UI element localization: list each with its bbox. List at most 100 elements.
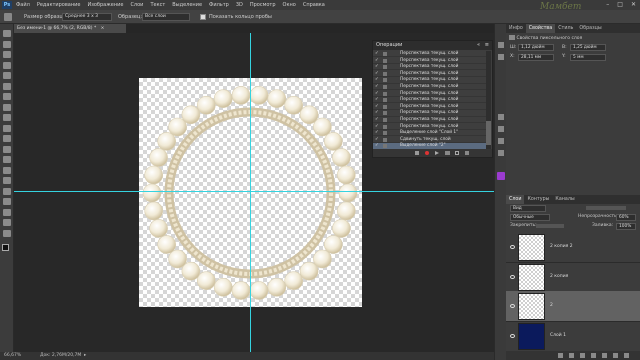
dialog-toggle-icon[interactable]: [383, 118, 387, 122]
dialog-toggle-icon[interactable]: [383, 78, 387, 83]
gradient-tool-icon[interactable]: [3, 145, 11, 153]
panel-menu-button[interactable]: ≡: [485, 41, 489, 50]
collapse-panel-button[interactable]: «: [477, 41, 480, 50]
blur-tool-icon[interactable]: [3, 156, 11, 163]
character-icon[interactable]: [498, 138, 504, 144]
eyedropper-tool-icon[interactable]: [3, 82, 11, 90]
brush-icon[interactable]: [498, 126, 504, 132]
panel-tab[interactable]: Инфо: [506, 24, 526, 33]
action-checkmark[interactable]: ✓: [375, 71, 380, 77]
dialog-toggle-icon[interactable]: [383, 85, 387, 89]
menu-item[interactable]: Окно: [283, 0, 296, 10]
status-menu-arrow[interactable]: ▸: [84, 352, 86, 360]
action-checkmark[interactable]: ✓: [375, 77, 380, 83]
action-row[interactable]: ✓ Перспектива текущ. слой: [373, 97, 486, 104]
menu-item[interactable]: Редактирование: [37, 0, 81, 10]
zoom-tool-icon[interactable]: [3, 229, 11, 237]
action-checkmark[interactable]: ✓: [375, 137, 380, 143]
layer-name[interactable]: Слой 1: [550, 333, 566, 338]
folder-icon[interactable]: [445, 151, 450, 155]
hand-tool-icon[interactable]: [3, 219, 11, 226]
actions-icon[interactable]: [498, 54, 504, 60]
document-tab-close[interactable]: ×: [101, 26, 105, 31]
healing-tool-icon[interactable]: [3, 93, 11, 100]
path-select-tool-icon[interactable]: [3, 198, 11, 205]
dialog-toggle-icon[interactable]: [383, 137, 387, 142]
layers-tab[interactable]: Слои: [506, 195, 525, 204]
panel-tab[interactable]: Образцы: [576, 24, 604, 33]
action-row[interactable]: ✓ Перспектива текущ. слой: [373, 64, 486, 71]
filter-icons[interactable]: [586, 206, 626, 210]
sample-size-select[interactable]: Среднее 3 x 3: [62, 13, 112, 21]
dialog-toggle-icon[interactable]: [383, 104, 387, 109]
menu-item[interactable]: Слои: [130, 0, 143, 10]
mask-icon[interactable]: [580, 353, 585, 358]
action-checkmark[interactable]: ✓: [375, 117, 380, 123]
type-tool-icon[interactable]: [3, 187, 11, 195]
menu-item[interactable]: Текст: [150, 0, 165, 10]
maximize-button[interactable]: □: [617, 0, 623, 10]
action-checkmark[interactable]: ✓: [375, 84, 380, 90]
action-row[interactable]: ✓ Перспектива текущ. слой: [373, 58, 486, 64]
history-brush-icon[interactable]: [3, 124, 11, 132]
action-checkmark[interactable]: ✓: [375, 104, 380, 110]
fill-field[interactable]: 100%: [616, 223, 636, 230]
blend-mode-select[interactable]: Обычные: [510, 214, 550, 221]
folder-icon[interactable]: [602, 353, 607, 358]
layer-name[interactable]: 2 копия 2: [550, 244, 573, 249]
menu-item[interactable]: Фильтр: [209, 0, 229, 10]
width-field[interactable]: 1,12 дюйм: [518, 44, 554, 51]
show-ring-checkbox[interactable]: [200, 14, 206, 20]
dialog-toggle-icon[interactable]: [383, 98, 387, 103]
eraser-tool-icon[interactable]: [3, 135, 11, 142]
dialog-toggle-icon[interactable]: [383, 144, 387, 149]
adjustment-icon[interactable]: [591, 353, 596, 358]
history-icon[interactable]: [498, 42, 504, 48]
menu-item[interactable]: 3D: [236, 0, 243, 10]
dialog-toggle-icon[interactable]: [383, 111, 387, 116]
play-icon[interactable]: [435, 151, 439, 155]
new-layer-icon[interactable]: [613, 353, 618, 358]
dialog-toggle-icon[interactable]: [383, 91, 387, 96]
quick-select-tool-icon[interactable]: [3, 61, 11, 69]
trash-icon[interactable]: [465, 151, 469, 155]
dialog-toggle-icon[interactable]: [383, 58, 387, 63]
layers-tab[interactable]: Каналы: [552, 195, 577, 204]
dialog-toggle-icon[interactable]: [383, 71, 387, 76]
lock-icons[interactable]: [536, 224, 564, 228]
zoom-level[interactable]: 66,67%: [4, 352, 21, 360]
record-icon[interactable]: [425, 151, 429, 155]
layer-row[interactable]: 2 копия: [506, 262, 640, 293]
foreground-color-swatch[interactable]: [2, 244, 9, 251]
layer-filter-select[interactable]: Вид: [510, 205, 546, 212]
layer-row[interactable]: 2: [506, 291, 640, 322]
document-tab[interactable]: Без имени-1 @ 66,7% (2, RGB/8) * ×: [14, 24, 126, 33]
brush-tool-icon[interactable]: [3, 103, 11, 111]
clone-tool-icon[interactable]: [3, 114, 11, 121]
action-checkmark[interactable]: ✓: [375, 58, 380, 64]
layer-row[interactable]: Слой 1: [506, 321, 640, 352]
dialog-toggle-icon[interactable]: [383, 131, 387, 136]
action-row[interactable]: ✓ Перспектива текущ. слой: [373, 124, 486, 130]
shape-tool-icon[interactable]: [3, 208, 11, 216]
action-checkmark[interactable]: ✓: [375, 51, 380, 57]
action-checkmark[interactable]: ✓: [375, 130, 380, 136]
close-button[interactable]: ✕: [631, 0, 636, 10]
layer-row[interactable]: 2 копия 2: [506, 232, 640, 263]
action-row[interactable]: ✓ Перспектива текущ. слой: [373, 84, 486, 91]
crop-tool-icon[interactable]: [3, 72, 11, 79]
action-row[interactable]: ✓ Перспектива текущ. слой: [373, 110, 486, 117]
action-row[interactable]: ✓ Выделение слой "Слой 1": [373, 130, 486, 137]
move-tool-icon[interactable]: [3, 30, 11, 37]
menu-item[interactable]: Просмотр: [250, 0, 276, 10]
marquee-tool-icon[interactable]: [3, 40, 11, 48]
link-icon[interactable]: [558, 353, 563, 358]
new-action-icon[interactable]: [455, 151, 459, 155]
action-checkmark[interactable]: ✓: [375, 110, 380, 116]
sample-select[interactable]: Все слои: [142, 13, 190, 21]
action-row[interactable]: ✓ Перспектива текущ. слой: [373, 77, 486, 84]
minimize-button[interactable]: –: [606, 0, 609, 10]
fx-icon[interactable]: [569, 353, 574, 358]
action-checkmark[interactable]: ✓: [375, 91, 380, 97]
actions-scrollbar-thumb[interactable]: [486, 121, 491, 145]
